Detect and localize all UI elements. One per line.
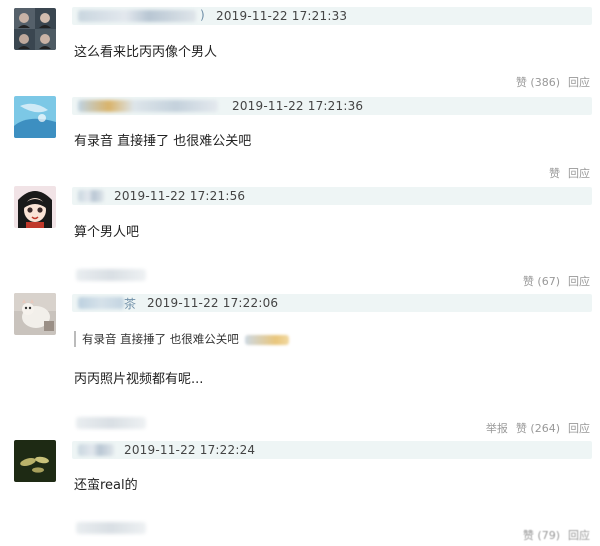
comment-time: 2019-11-22 17:22:24 (124, 443, 256, 457)
username[interactable] (78, 444, 114, 456)
like-button[interactable]: 赞 (67) (523, 275, 560, 288)
comment-time: 2019-11-22 17:22:06 (147, 296, 279, 310)
comment-text: 丙丙照片视频都有呢... (74, 372, 204, 387)
comment-meta: 2019-11-22 17:22:24 (72, 441, 592, 459)
comment-text: 算个男人吧 (74, 225, 140, 240)
comment-time: 2019-11-22 17:21:33 (216, 9, 348, 23)
comment-actions: 赞 (79) 回应 (515, 527, 590, 543)
like-button[interactable]: 赞 (264) (516, 422, 560, 435)
username[interactable] (78, 100, 218, 112)
reply-button[interactable]: 回应 (568, 529, 590, 542)
comment-time: 2019-11-22 17:21:56 (114, 189, 246, 203)
username-suffix: ) (200, 8, 205, 22)
username[interactable] (78, 297, 124, 309)
quoted-text: 有录音 直接捶了 也很难公关吧 (82, 332, 239, 346)
comment-meta: 2019-11-22 17:21:56 (72, 187, 592, 205)
footer-blur (76, 522, 146, 534)
footer-blur (76, 417, 146, 429)
comment-actions: 赞 (67) 回应 (515, 273, 590, 289)
comment-text: 有录音 直接捶了 也很难公关吧 (74, 134, 252, 149)
quoted-username (244, 334, 289, 345)
comment-actions: 赞 (386) 回应 (508, 74, 590, 90)
username[interactable] (78, 190, 104, 202)
comment-meta: 茶 2019-11-22 17:22:06 (72, 294, 592, 312)
quoted-reply: 有录音 直接捶了 也很难公关吧 (74, 331, 289, 347)
like-button[interactable]: 赞 (549, 167, 560, 180)
comment-text: 还蛮real的 (74, 478, 138, 493)
avatar[interactable] (14, 440, 56, 482)
username[interactable] (78, 10, 196, 22)
comment-meta: 2019-11-22 17:21:36 (72, 97, 592, 115)
like-button[interactable]: 赞 (386) (516, 76, 560, 89)
reply-button[interactable]: 回应 (568, 167, 590, 180)
comment-meta: ) 2019-11-22 17:21:33 (72, 7, 592, 25)
comment-actions: 举报赞 (264) 回应 (478, 420, 590, 436)
avatar[interactable] (14, 293, 56, 335)
comment-actions: 赞回应 (541, 165, 590, 181)
like-button[interactable]: 赞 (79) (523, 529, 560, 542)
reply-button[interactable]: 回应 (568, 76, 590, 89)
avatar[interactable] (14, 8, 56, 50)
comment-text: 这么看来比丙丙像个男人 (74, 45, 218, 60)
username-suffix: 茶 (124, 297, 137, 311)
avatar[interactable] (14, 96, 56, 138)
reply-button[interactable]: 回应 (568, 422, 590, 435)
footer-blur (76, 269, 146, 281)
report-button[interactable]: 举报 (486, 422, 508, 435)
reply-button[interactable]: 回应 (568, 275, 590, 288)
avatar[interactable] (14, 186, 56, 228)
comment-time: 2019-11-22 17:21:36 (232, 99, 364, 113)
